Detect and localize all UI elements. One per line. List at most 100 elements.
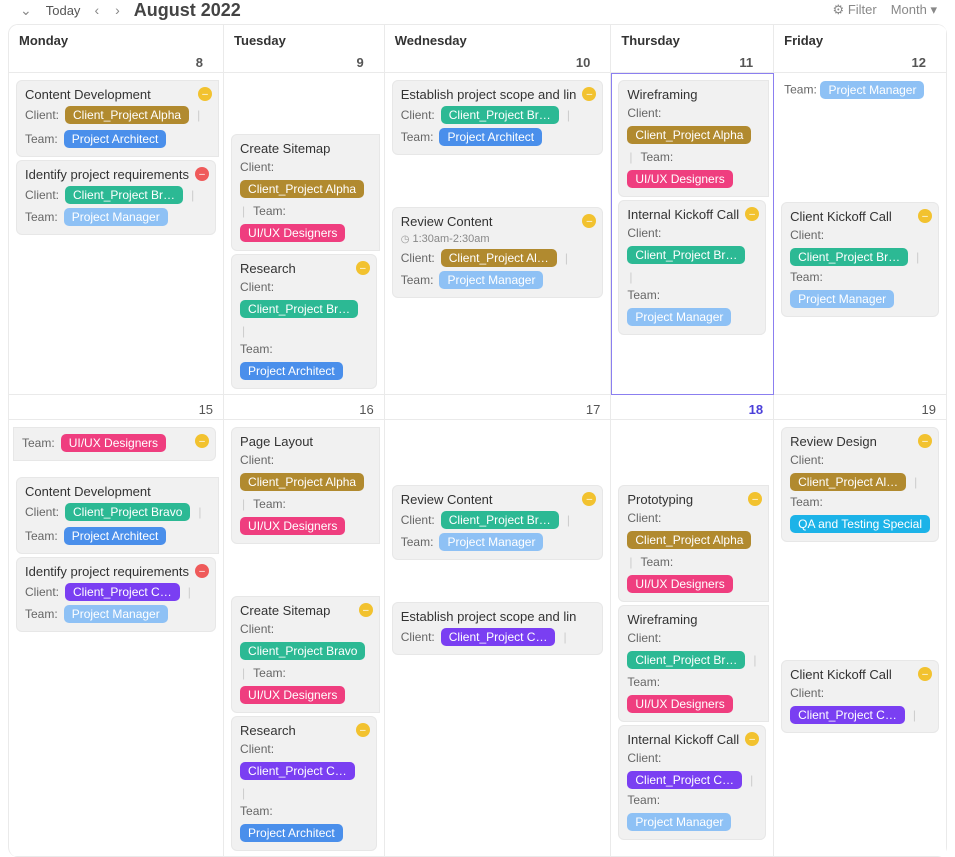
prev-chevron[interactable]: ‹ — [92, 2, 101, 18]
event-establish-scope[interactable]: Establish project scope and lin Client:C… — [392, 602, 604, 655]
team-badge: Project Architect — [64, 130, 167, 148]
event-client-kickoff[interactable]: – Client Kickoff Call Client:Client_Proj… — [781, 660, 939, 733]
today-button[interactable]: Today — [46, 3, 81, 18]
status-icon: – — [195, 564, 209, 578]
day-header-thursday: Thursday11 — [611, 25, 774, 73]
day-cell[interactable]: – Review Design Client:Client_Project Al… — [774, 420, 947, 857]
status-icon: – — [198, 87, 212, 101]
client-badge: Client_Project Bravo — [240, 642, 365, 660]
status-icon: – — [359, 603, 373, 617]
event-internal-kickoff[interactable]: – Internal Kickoff Call Client:Client_Pr… — [618, 200, 766, 335]
team-badge: UI/UX Designers — [627, 695, 732, 713]
team-badge: Project Manager — [439, 533, 543, 551]
team-badge: Project Manager — [64, 208, 168, 226]
day-cell[interactable]: Team: Project Manager – Client Kickoff C… — [774, 73, 947, 395]
status-icon: – — [195, 434, 209, 448]
calendar-toolbar: ⌄ Today ‹ › August 2022 ⚙ Filter Month ▾ — [0, 0, 955, 20]
team-badge: UI/UX Designers — [240, 517, 345, 535]
event-wireframing[interactable]: Wireframing Client:Client_Project Br…|Te… — [618, 605, 769, 722]
client-badge: Client_Project C… — [65, 583, 180, 601]
day-header-monday: Monday8 — [9, 25, 224, 73]
client-badge: Client_Project Alpha — [627, 126, 751, 144]
team-badge: UI/UX Designers — [61, 434, 166, 452]
event-identify-requirements[interactable]: – Identify project requirements Client:C… — [16, 557, 216, 632]
event-page-layout[interactable]: Page Layout Client:Client_Project Alpha|… — [231, 427, 380, 544]
day-number-cell: 18 — [611, 395, 774, 420]
day-number-cell: 16 — [224, 395, 385, 420]
team-badge: QA and Testing Special — [790, 515, 930, 533]
day-cell[interactable]: Create Sitemap Client:Client_Project Alp… — [224, 73, 385, 395]
event-review-content[interactable]: – Review Content Client:Client_Project B… — [392, 485, 604, 560]
client-badge: Client_Project Al… — [441, 249, 557, 267]
day-cell[interactable]: – Review Content Client:Client_Project B… — [385, 420, 612, 857]
event-client-kickoff[interactable]: – Client Kickoff Call Client:Client_Proj… — [781, 202, 939, 317]
team-badge: UI/UX Designers — [627, 575, 732, 593]
team-badge: Project Architect — [439, 128, 542, 146]
client-badge: Client_Project Alpha — [65, 106, 189, 124]
status-icon: – — [356, 723, 370, 737]
day-header-wednesday: Wednesday10 — [385, 25, 612, 73]
event-identify-requirements[interactable]: – Identify project requirements Client:C… — [16, 160, 216, 235]
client-badge: Client_Project Br… — [790, 248, 908, 266]
client-badge: Client_Project C… — [240, 762, 355, 780]
event-content-development[interactable]: – Content Development Client: Client_Pro… — [16, 80, 219, 157]
team-badge: Project Architect — [240, 824, 343, 842]
day-number-cell: 19 — [774, 395, 947, 420]
event-create-sitemap[interactable]: – Create Sitemap Client:Client_Project B… — [231, 596, 380, 713]
status-icon: – — [918, 667, 932, 681]
team-badge: Project Manager — [790, 290, 894, 308]
event-review-design[interactable]: – Review Design Client:Client_Project Al… — [781, 427, 939, 542]
view-selector[interactable]: Month ▾ — [891, 2, 937, 18]
day-cell[interactable]: – Prototyping Client:Client_Project Alph… — [611, 420, 774, 857]
next-chevron[interactable]: › — [113, 2, 122, 18]
client-badge: Client_Project Alpha — [240, 473, 364, 491]
day-cell[interactable]: – Content Development Client: Client_Pro… — [9, 73, 224, 395]
status-icon: – — [195, 167, 209, 181]
team-badge: Project Architect — [64, 527, 167, 545]
event-wireframing[interactable]: Wireframing Client:Client_Project Alpha|… — [618, 80, 769, 197]
client-badge: Client_Project Br… — [627, 246, 745, 264]
day-header-tuesday: Tuesday9 — [224, 25, 385, 73]
event-research[interactable]: – Research Client:Client_Project C…| Tea… — [231, 716, 377, 851]
dropdown-chevron[interactable]: ⌄ — [18, 2, 34, 19]
client-badge: Client_Project Alpha — [240, 180, 364, 198]
team-badge: Project Manager — [64, 605, 168, 623]
team-badge: Project Manager — [627, 813, 731, 831]
client-badge: Client_Project Alpha — [627, 531, 751, 549]
event-establish-scope[interactable]: – Establish project scope and lin Client… — [392, 80, 604, 155]
status-icon: – — [356, 261, 370, 275]
calendar-grid: Monday8 Tuesday9 Wednesday10 Thursday11 … — [8, 24, 947, 857]
event-internal-kickoff[interactable]: – Internal Kickoff Call Client:Client_Pr… — [618, 725, 766, 840]
client-badge: Client_Project Bravo — [65, 503, 190, 521]
client-badge: Client_Project C… — [441, 628, 556, 646]
client-badge: Client_Project Br… — [441, 106, 559, 124]
month-title: August 2022 — [134, 0, 241, 21]
client-badge: Client_Project Br… — [65, 186, 183, 204]
client-badge: Client_Project Al… — [790, 473, 906, 491]
day-cell[interactable]: – Team:UI/UX Designers Content Developme… — [9, 420, 224, 857]
team-badge: UI/UX Designers — [240, 224, 345, 242]
team-badge: Project Manager — [627, 308, 731, 326]
client-badge: Client_Project Br… — [240, 300, 358, 318]
event-continuation[interactable]: – Team:UI/UX Designers — [13, 427, 216, 461]
day-cell[interactable]: Page Layout Client:Client_Project Alpha|… — [224, 420, 385, 857]
client-badge: Client_Project Br… — [627, 651, 745, 669]
day-cell[interactable]: Wireframing Client:Client_Project Alpha|… — [611, 73, 774, 395]
client-badge: Client_Project C… — [790, 706, 905, 724]
status-icon: – — [918, 434, 932, 448]
team-badge: Project Manager — [820, 81, 924, 99]
day-header-friday: Friday12 — [774, 25, 947, 73]
team-badge: UI/UX Designers — [627, 170, 732, 188]
day-cell[interactable]: – Establish project scope and lin Client… — [385, 73, 612, 395]
day-number-cell: 15 — [9, 395, 224, 420]
event-prototyping[interactable]: – Prototyping Client:Client_Project Alph… — [618, 485, 769, 602]
event-create-sitemap[interactable]: Create Sitemap Client:Client_Project Alp… — [231, 134, 380, 251]
event-content-development[interactable]: Content Development Client:Client_Projec… — [16, 477, 219, 554]
team-badge: Project Architect — [240, 362, 343, 380]
event-research[interactable]: – Research Client:Client_Project Br…| Te… — [231, 254, 377, 389]
client-badge: Client_Project C… — [627, 771, 742, 789]
event-review-content[interactable]: – Review Content 1:30am-2:30am Client:Cl… — [392, 207, 604, 298]
day-number-cell: 17 — [385, 395, 612, 420]
clock-icon — [401, 233, 410, 245]
filter-button[interactable]: ⚙ Filter — [833, 2, 877, 18]
